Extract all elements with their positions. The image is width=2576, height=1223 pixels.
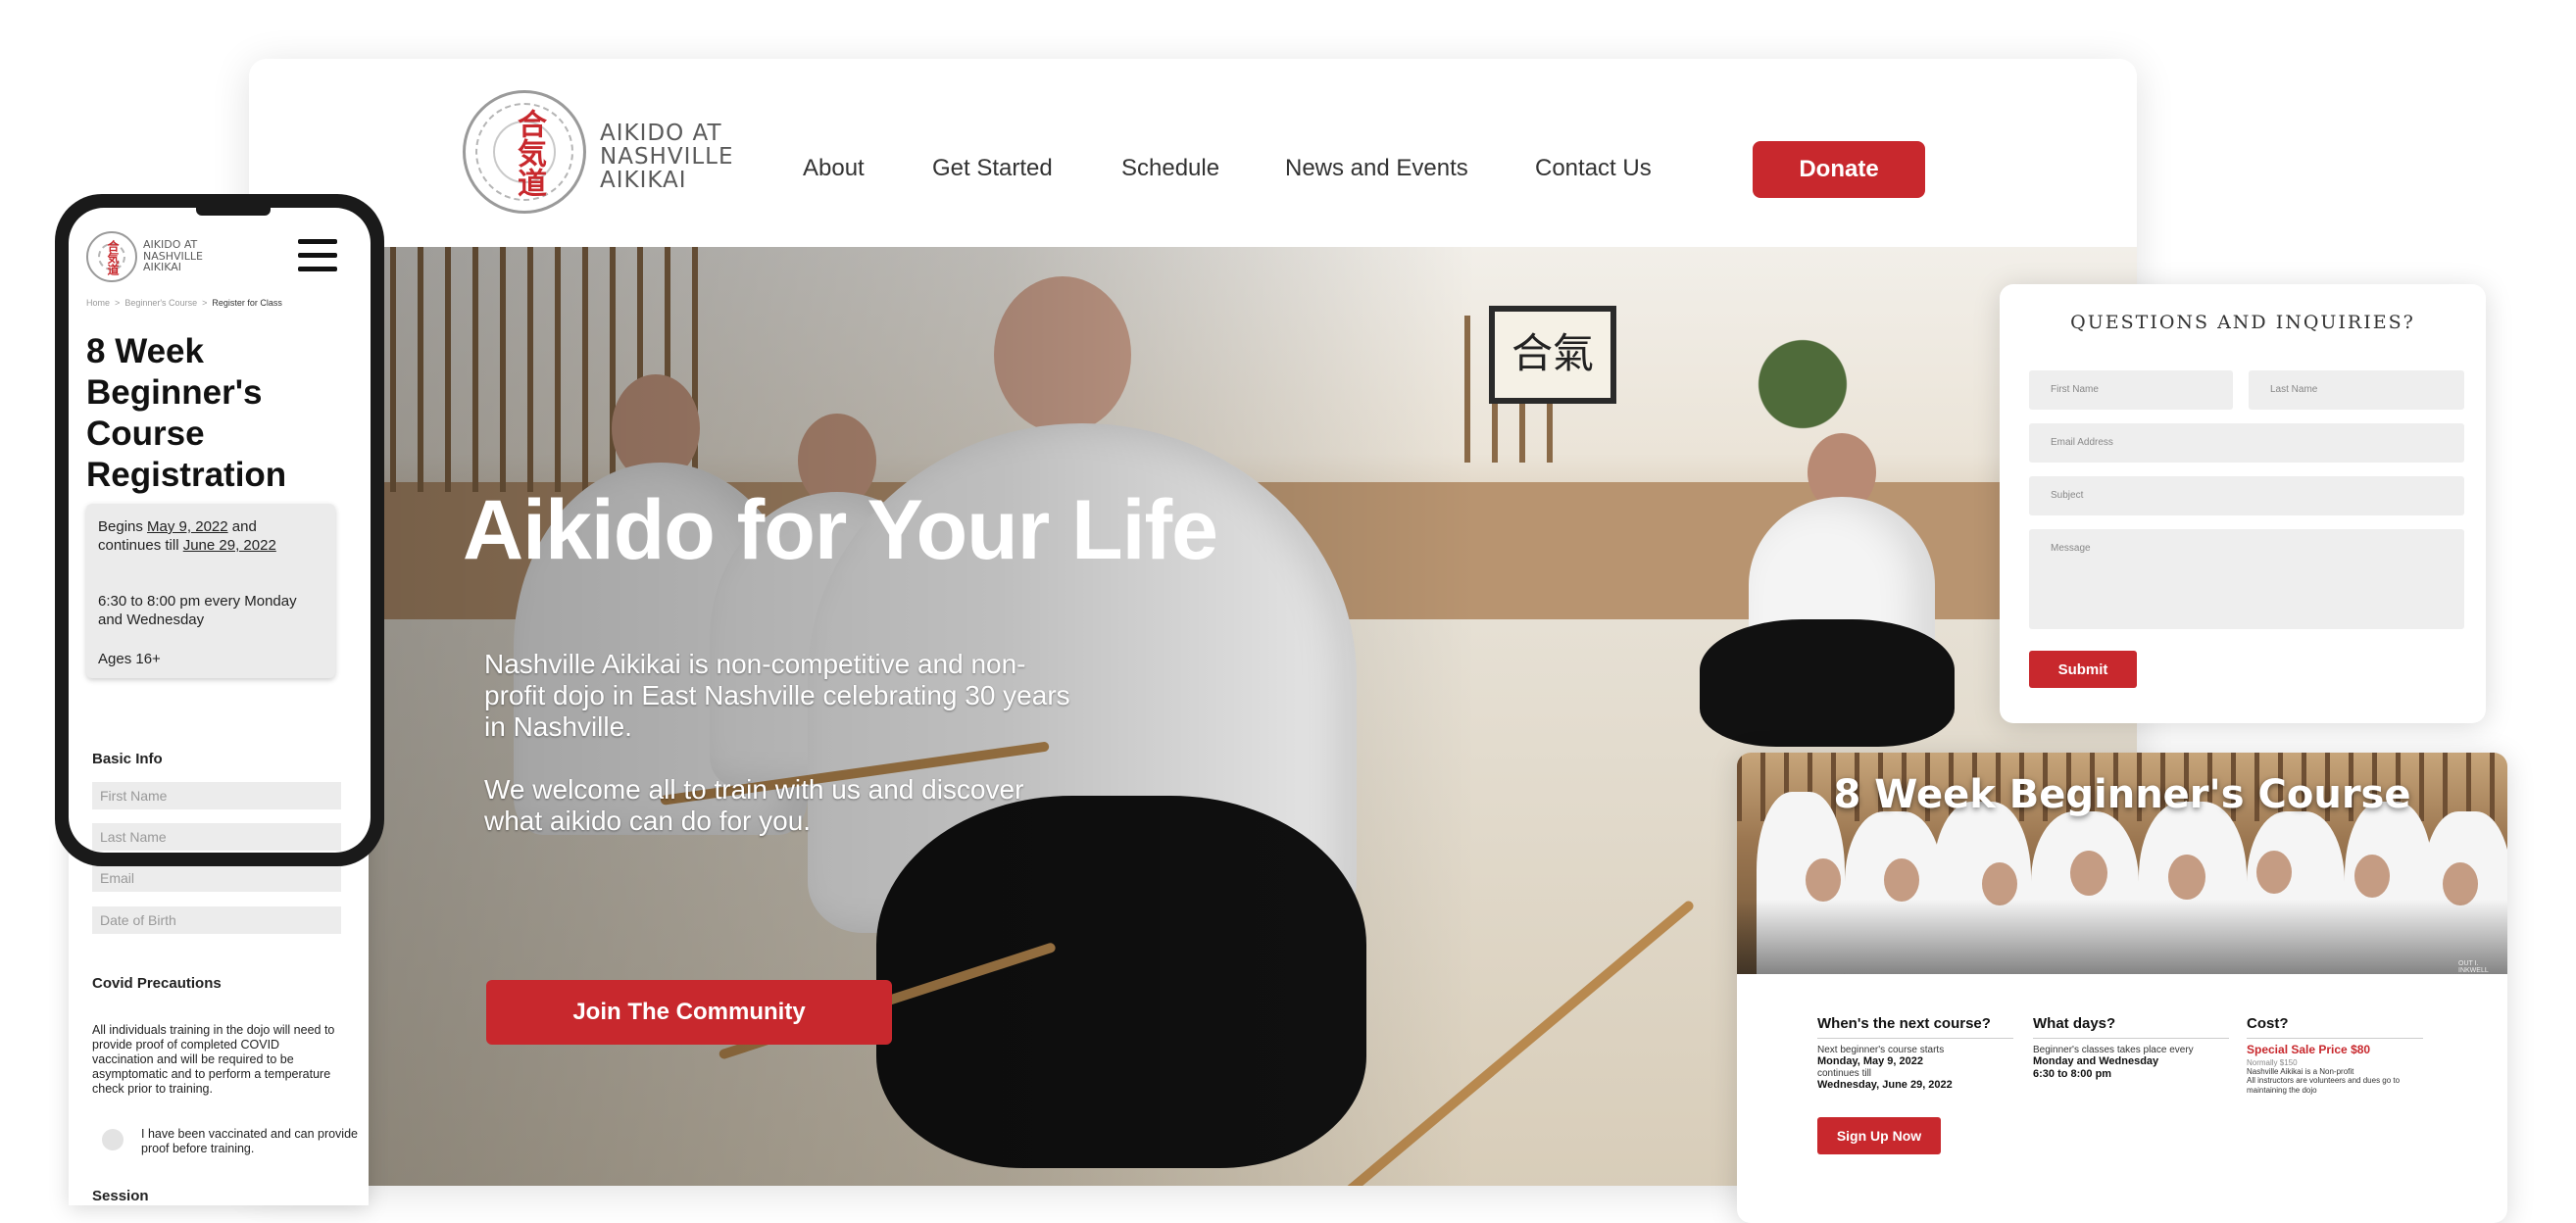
course-title: 8 Week Beginner's Course: [1833, 772, 2411, 817]
inquiry-last-name-input[interactable]: Last Name: [2249, 370, 2464, 410]
course-time: 6:30 to 8:00 pm every Monday and Wednesd…: [98, 593, 297, 628]
course-end-date: Wednesday, June 29, 2022: [1817, 1079, 1953, 1091]
nav-about[interactable]: About: [803, 155, 865, 182]
logo-kanji: 合気道: [512, 109, 546, 197]
breadcrumb-separator: >: [115, 298, 121, 308]
inquiry-subject-input[interactable]: Subject: [2029, 476, 2464, 515]
student-face: [2168, 855, 2205, 900]
inquiry-first-name-input[interactable]: First Name: [2029, 370, 2233, 410]
photo-caption: OUT I. INKWELL: [2458, 960, 2489, 974]
course-time: 6:30 to 8:00 pm: [2033, 1068, 2112, 1080]
inquiry-form-card: QUESTIONS AND INQUIRIES? First Name Last…: [2000, 284, 2486, 723]
menu-line: [298, 267, 337, 271]
registration-title: 8 Week Beginner's Course Registration: [86, 332, 287, 494]
session-heading: Session: [92, 1188, 149, 1204]
nav-news-and-events[interactable]: News and Events: [1285, 155, 1468, 182]
logo-text: AIKIDO AT NASHVILLE AIKIKAI: [600, 121, 734, 194]
covid-heading: Covid Precautions: [92, 975, 222, 992]
vaccinated-radio[interactable]: [102, 1129, 124, 1150]
student-face: [1884, 858, 1919, 902]
inquiry-title: QUESTIONS AND INQUIRIES?: [2070, 312, 2415, 333]
phone-notch: [196, 208, 271, 216]
covid-text: All individuals training in the dojo wil…: [92, 1023, 335, 1096]
menu-icon[interactable]: [298, 239, 339, 272]
course-sale-price: Special Sale Price $80: [2247, 1043, 2371, 1056]
phone-first-name-input[interactable]: First Name: [92, 782, 341, 809]
photo-shade: [1737, 900, 2507, 974]
beginner-course-card: OUT I. INKWELL 8 Week Beginner's Course …: [1737, 753, 2507, 1223]
course-when-heading: When's the next course?: [1817, 1015, 2013, 1039]
course-days-heading: What days?: [2033, 1015, 2229, 1039]
student-face: [2256, 851, 2292, 894]
phone-mockup: 合気道 AIKIDO AT NASHVILLE AIKIKAI Home > B…: [55, 194, 384, 866]
inquiry-message-textarea[interactable]: Message: [2029, 529, 2464, 629]
breadcrumb-home[interactable]: Home: [86, 298, 110, 308]
course-cost-heading: Cost?: [2247, 1015, 2423, 1039]
vaccinated-label: I have been vaccinated and can provide p…: [141, 1127, 358, 1155]
begins-prefix: Begins: [98, 518, 148, 535]
breadcrumb-course[interactable]: Beginner's Course: [124, 298, 197, 308]
basic-info-heading: Basic Info: [92, 751, 163, 767]
course-start-date: Monday, May 9, 2022: [1817, 1055, 1924, 1067]
phone-dob-input[interactable]: Date of Birth: [92, 906, 341, 934]
hero-title: Aikido for Your Life: [463, 483, 1218, 577]
inquiry-submit-button[interactable]: Submit: [2029, 651, 2137, 688]
begins-date[interactable]: May 9, 2022: [147, 518, 228, 535]
course-info-box: Begins May 9, 2022 and continues till Ju…: [86, 504, 335, 678]
course-ages: Ages 16+: [98, 651, 161, 667]
nav-get-started[interactable]: Get Started: [932, 155, 1053, 182]
donate-button[interactable]: Donate: [1753, 141, 1925, 198]
phone-last-name-input[interactable]: Last Name: [92, 823, 341, 851]
end-date[interactable]: June 29, 2022: [183, 537, 276, 554]
course-days: Monday and Wednesday: [2033, 1055, 2159, 1067]
menu-line: [298, 253, 337, 258]
student-face: [1806, 858, 1841, 902]
inquiry-email-input[interactable]: Email Address: [2029, 423, 2464, 463]
phone-logo[interactable]: 合気道 AIKIDO AT NASHVILLE AIKIKAI: [86, 231, 243, 286]
phone-screen: 合気道 AIKIDO AT NASHVILLE AIKIKAI Home > B…: [69, 208, 371, 853]
phone-page-overflow: Email Date of Birth Covid Precautions Al…: [69, 823, 369, 1205]
student-face: [2354, 855, 2390, 898]
hero-paragraph-welcome: We welcome all to train with us and disc…: [484, 774, 1024, 836]
course-volunteer-note: All instructors are volunteers and dues …: [2247, 1076, 2401, 1095]
menu-line: [298, 239, 337, 244]
course-dates: Begins May 9, 2022 and continues till Ju…: [98, 517, 323, 555]
breadcrumb: Home > Beginner's Course > Register for …: [86, 298, 361, 309]
student-face: [2070, 851, 2107, 896]
breadcrumb-separator: >: [202, 298, 208, 308]
logo-text: AIKIDO AT NASHVILLE AIKIKAI: [143, 238, 203, 274]
sign-up-button[interactable]: Sign Up Now: [1817, 1117, 1941, 1154]
phone-email-input[interactable]: Email: [92, 864, 341, 892]
site-header: 合気道 AIKIDO AT NASHVILLE AIKIKAI About Ge…: [249, 59, 2137, 247]
breadcrumb-current: Register for Class: [212, 298, 282, 308]
hero-paragraph-intro: Nashville Aikikai is non-competitive and…: [484, 649, 1070, 742]
join-community-button[interactable]: Join The Community: [486, 980, 892, 1045]
site-logo[interactable]: 合気道 AIKIDO AT NASHVILLE AIKIKAI: [463, 90, 835, 227]
nav-contact-us[interactable]: Contact Us: [1535, 155, 1652, 182]
logo-kanji: 合気道: [106, 240, 120, 275]
nav-schedule[interactable]: Schedule: [1121, 155, 1219, 182]
